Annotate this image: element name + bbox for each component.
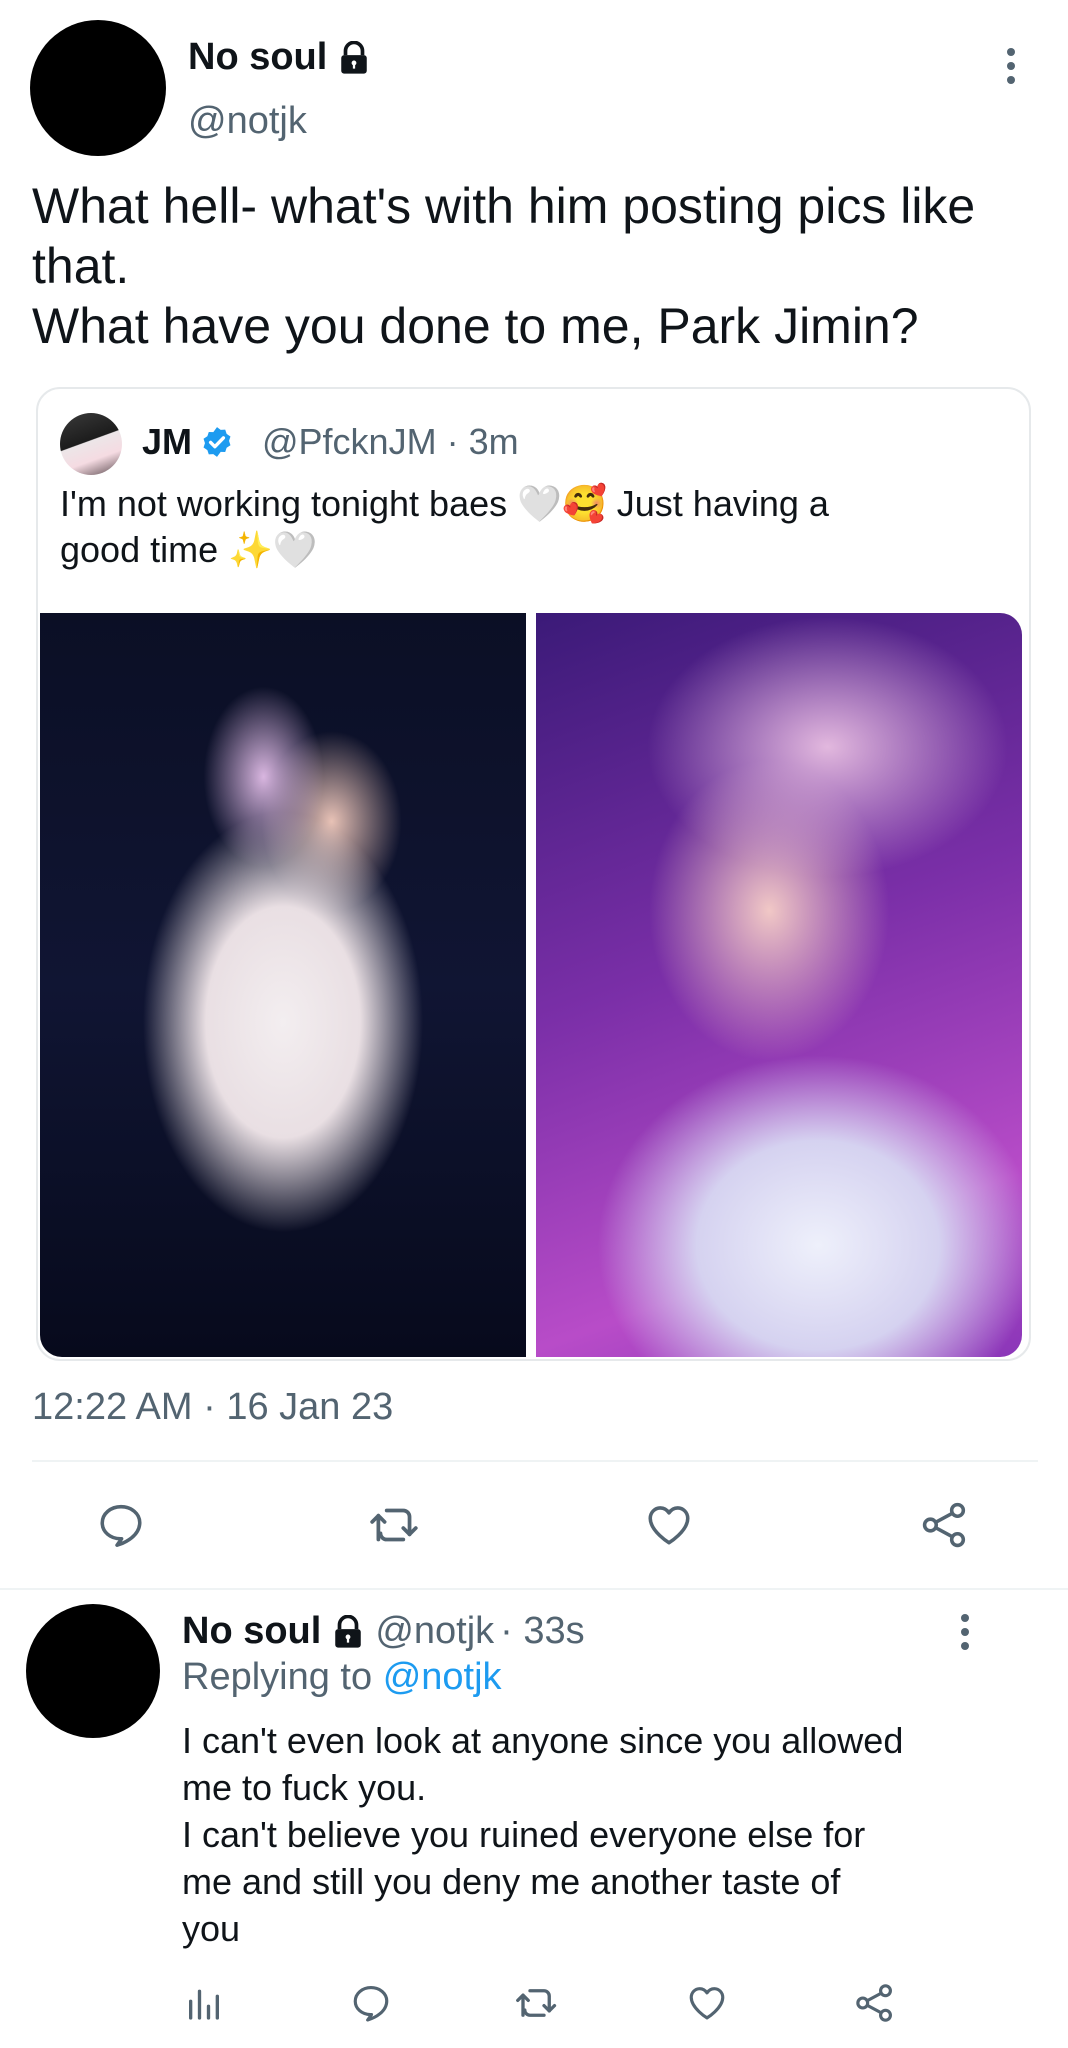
reply-author-avatar[interactable] — [26, 1604, 160, 1738]
replying-to-handle-link[interactable]: @notjk — [383, 1656, 502, 1698]
tweet-text: What hell- what's with him posting pics … — [32, 176, 1042, 356]
quoted-author-name: JM — [142, 421, 193, 462]
quoted-media-image-1[interactable] — [40, 613, 526, 1357]
author-name-row[interactable]: No soul — [188, 36, 371, 79]
reply-text-line: you — [182, 1908, 241, 1949]
author-handle[interactable]: @notjk — [188, 100, 307, 143]
analytics-icon[interactable] — [184, 1983, 224, 2023]
reply-icon[interactable] — [96, 1500, 146, 1550]
like-icon[interactable] — [644, 1500, 694, 1550]
reply-author-handle[interactable]: @notjk — [375, 1610, 494, 1653]
reply-text: I can't even look at anyone since you al… — [182, 1717, 1042, 1952]
quoted-handle-time: @PfcknJM · 3m — [262, 421, 519, 463]
more-options-icon[interactable] — [1007, 48, 1015, 84]
author-name: No soul — [188, 36, 328, 78]
share-icon[interactable] — [920, 1500, 970, 1550]
lock-icon — [341, 40, 368, 74]
reply-time[interactable]: · 33s — [500, 1610, 584, 1653]
reply-header: No soul @notjk · 33s — [182, 1610, 585, 1653]
quoted-author-name-row: JM — [142, 421, 234, 463]
reply-text-line: I can't believe you ruined everyone else… — [182, 1814, 866, 1855]
lock-icon — [335, 1614, 362, 1648]
quoted-author-avatar — [60, 413, 122, 475]
tweet-text-line: What have you done to me, Park Jimin? — [32, 298, 919, 354]
retweet-icon[interactable] — [514, 1982, 560, 2024]
quoted-text-line: I'm not working tonight baes 🤍🥰 Just hav… — [60, 483, 829, 524]
retweet-icon[interactable] — [368, 1500, 422, 1550]
like-icon[interactable] — [686, 1982, 728, 2024]
reply-text-line: me and still you deny me another taste o… — [182, 1861, 841, 1902]
reply-author-name-row[interactable]: No soul — [182, 1610, 365, 1653]
reply-icon[interactable] — [350, 1982, 392, 2024]
divider — [0, 1588, 1068, 1590]
quoted-text-line: good time ✨🤍 — [60, 529, 318, 570]
reply-text-line: I can't even look at anyone since you al… — [182, 1720, 904, 1761]
tweet-timestamp[interactable]: 12:22 AM · 16 Jan 23 — [32, 1386, 393, 1429]
quoted-tweet-card[interactable]: JM @PfcknJM · 3m I'm not working tonight… — [36, 387, 1031, 1361]
quoted-media-image-2[interactable] — [536, 613, 1022, 1357]
divider — [32, 1460, 1038, 1462]
reply-text-line: me to fuck you. — [182, 1767, 427, 1808]
quoted-tweet-text: I'm not working tonight baes 🤍🥰 Just hav… — [60, 481, 1010, 573]
tweet-text-line: What hell- what's with him posting pics … — [32, 178, 976, 234]
verified-badge-icon — [203, 427, 231, 457]
replying-to: Replying to @notjk — [182, 1656, 502, 1699]
replying-to-label: Replying to — [182, 1656, 373, 1698]
tweet-text-line: that. — [32, 238, 130, 294]
reply-author-name: No soul — [182, 1610, 322, 1652]
more-options-icon[interactable] — [961, 1614, 969, 1650]
share-icon[interactable] — [854, 1982, 896, 2024]
author-avatar[interactable] — [30, 20, 166, 156]
quoted-author-handle: @PfcknJM — [262, 421, 437, 462]
quoted-time: · 3m — [446, 421, 519, 462]
